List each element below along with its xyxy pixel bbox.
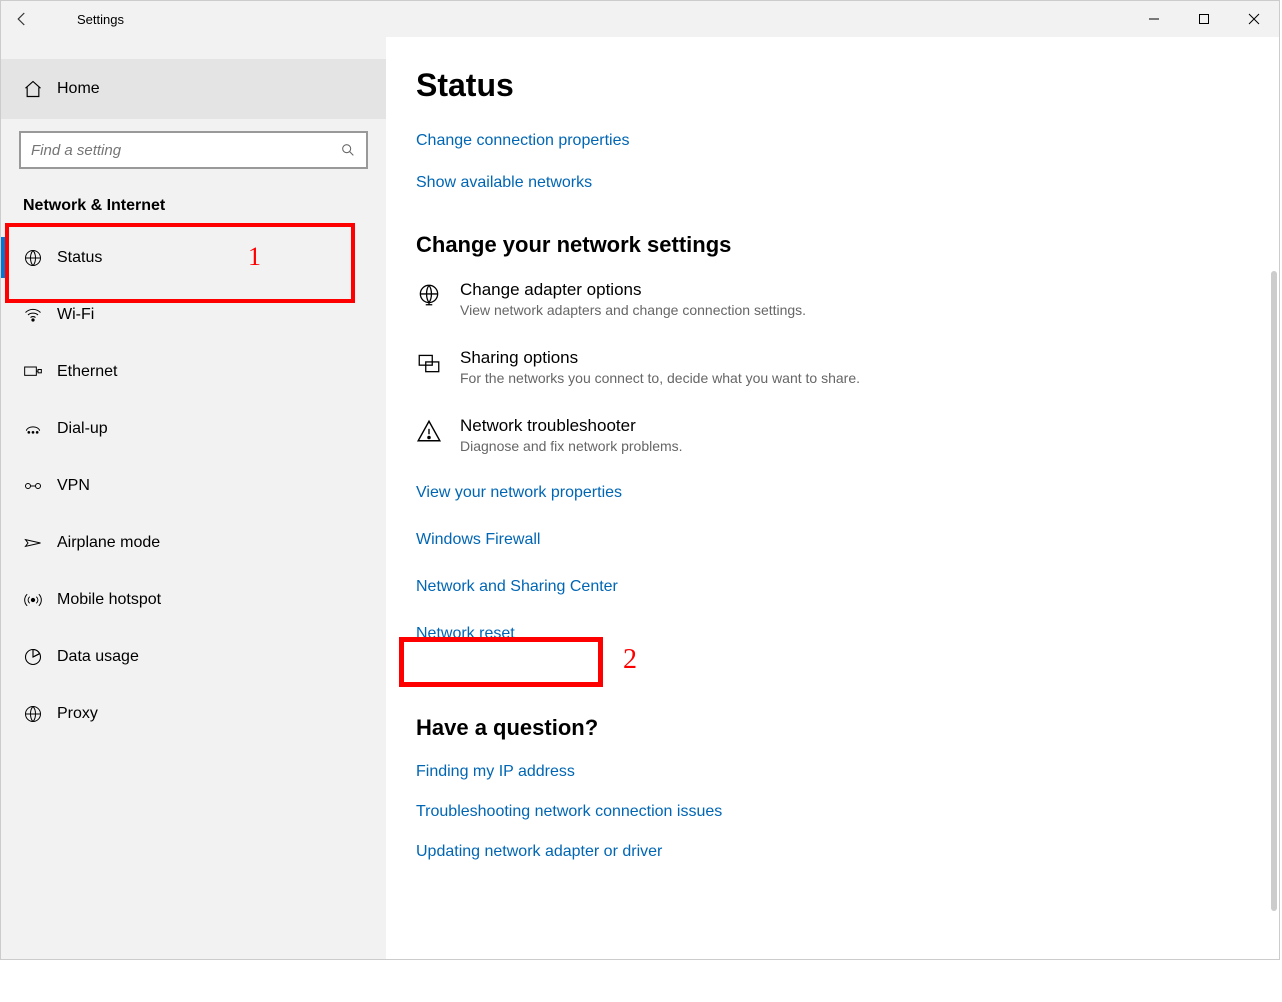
- titlebar: Settings: [1, 1, 1279, 37]
- body: Home Network & Internet Status Wi-Fi: [1, 37, 1279, 959]
- sidebar-item-label: Proxy: [57, 705, 98, 723]
- sidebar-item-datausage[interactable]: Data usage: [1, 628, 386, 685]
- adapter-icon: [416, 280, 460, 308]
- sidebar-item-label: Wi-Fi: [57, 306, 94, 324]
- sidebar-home-label: Home: [57, 80, 100, 98]
- link-windows-firewall[interactable]: Windows Firewall: [416, 531, 540, 549]
- troubleshoot-icon: [416, 416, 460, 444]
- maximize-button[interactable]: [1179, 1, 1229, 37]
- link-network-sharing-center[interactable]: Network and Sharing Center: [416, 578, 618, 596]
- window-title: Settings: [47, 12, 124, 27]
- dialup-icon: [23, 419, 57, 439]
- link-show-available-networks[interactable]: Show available networks: [416, 174, 592, 192]
- sidebar-item-label: Airplane mode: [57, 534, 160, 552]
- data-usage-icon: [23, 647, 57, 667]
- annotation-label-1: 1: [248, 242, 261, 272]
- hotspot-icon: [23, 590, 57, 610]
- search-icon: [340, 142, 356, 158]
- sidebar-item-label: Ethernet: [57, 363, 117, 381]
- link-troubleshoot-connection[interactable]: Troubleshooting network connection issue…: [416, 803, 722, 821]
- search-box[interactable]: [19, 131, 368, 169]
- sidebar-item-label: Mobile hotspot: [57, 591, 161, 609]
- setting-title: Change adapter options: [460, 280, 806, 300]
- page-title: Status: [416, 67, 1279, 104]
- setting-desc: For the networks you connect to, decide …: [460, 370, 860, 386]
- setting-desc: View network adapters and change connect…: [460, 302, 806, 318]
- setting-change-adapter[interactable]: Change adapter options View network adap…: [416, 280, 1279, 318]
- back-button[interactable]: [13, 10, 47, 28]
- setting-desc: Diagnose and fix network problems.: [460, 438, 683, 454]
- setting-troubleshooter[interactable]: Network troubleshooter Diagnose and fix …: [416, 416, 1279, 454]
- sidebar-section-title: Network & Internet: [1, 187, 386, 229]
- sidebar: Home Network & Internet Status Wi-Fi: [1, 37, 386, 959]
- setting-sharing-options[interactable]: Sharing options For the networks you con…: [416, 348, 1279, 386]
- home-icon: [23, 79, 57, 99]
- setting-title: Sharing options: [460, 348, 860, 368]
- search-input[interactable]: [31, 142, 340, 159]
- globe-icon: [23, 248, 57, 268]
- link-view-network-properties[interactable]: View your network properties: [416, 484, 622, 502]
- close-button[interactable]: [1229, 1, 1279, 37]
- sidebar-item-dialup[interactable]: Dial-up: [1, 400, 386, 457]
- sidebar-item-wifi[interactable]: Wi-Fi: [1, 286, 386, 343]
- link-finding-ip[interactable]: Finding my IP address: [416, 763, 575, 781]
- scrollbar[interactable]: [1271, 271, 1277, 911]
- wifi-icon: [23, 305, 57, 325]
- sidebar-item-label: Status: [57, 249, 102, 267]
- proxy-icon: [23, 704, 57, 724]
- content-panel: Status Change connection properties Show…: [386, 37, 1279, 959]
- sidebar-item-vpn[interactable]: VPN: [1, 457, 386, 514]
- sidebar-item-label: Dial-up: [57, 420, 108, 438]
- ethernet-icon: [23, 362, 57, 382]
- setting-title: Network troubleshooter: [460, 416, 683, 436]
- airplane-icon: [23, 533, 57, 553]
- link-network-reset[interactable]: Network reset: [416, 625, 515, 643]
- sidebar-item-proxy[interactable]: Proxy: [1, 685, 386, 742]
- link-update-adapter[interactable]: Updating network adapter or driver: [416, 843, 662, 861]
- annotation-label-2: 2: [623, 644, 637, 676]
- sidebar-item-airplane[interactable]: Airplane mode: [1, 514, 386, 571]
- change-settings-heading: Change your network settings: [416, 232, 1279, 258]
- vpn-icon: [23, 476, 57, 496]
- sidebar-home[interactable]: Home: [1, 59, 386, 119]
- sidebar-item-label: VPN: [57, 477, 90, 495]
- sidebar-item-hotspot[interactable]: Mobile hotspot: [1, 571, 386, 628]
- settings-window: Settings Home Netw: [0, 0, 1280, 960]
- sidebar-item-status[interactable]: Status: [1, 229, 386, 286]
- sidebar-item-label: Data usage: [57, 648, 139, 666]
- sharing-icon: [416, 348, 460, 376]
- link-change-connection-properties[interactable]: Change connection properties: [416, 132, 629, 150]
- minimize-button[interactable]: [1129, 1, 1179, 37]
- question-heading: Have a question?: [416, 715, 1279, 741]
- sidebar-item-ethernet[interactable]: Ethernet: [1, 343, 386, 400]
